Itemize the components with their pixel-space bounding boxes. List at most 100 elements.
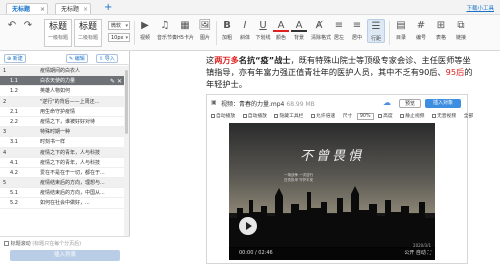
video-size: 68.99 MB (286, 101, 315, 108)
scrollbar-thumb[interactable] (125, 70, 128, 134)
title-scroll-hint: (标题只在每个分页后) (32, 241, 82, 247)
edit-outline-button[interactable]: ✎ 编辑 (66, 54, 88, 63)
outline-header: ⊕ 新建 ✎ 编辑 ⇪ 导入 (0, 51, 130, 65)
video-icon: ▶ (141, 20, 149, 31)
redo-button[interactable]: ↷ (20, 19, 36, 32)
underline-icon: U (259, 20, 267, 31)
style-heading1[interactable]: 标题 一级标题 (44, 19, 72, 47)
import-outline-button[interactable]: ⇪ 导入 (96, 54, 118, 63)
italic-button[interactable]: I 斜体 (237, 19, 253, 41)
font-size-select[interactable]: 10px (108, 33, 130, 42)
download-toolbox-link[interactable]: 下载小工具 (466, 4, 494, 12)
play-button-icon[interactable] (239, 217, 257, 235)
video-file-icon: ▣ (211, 99, 217, 106)
option-speed[interactable]: 允许倍速 (311, 113, 338, 119)
outline-row[interactable]: 4.2 爱在不是在于一切，都在于... (0, 168, 124, 179)
option-height[interactable]: 高度 (378, 113, 396, 119)
option-hide-toolbar[interactable]: 隐藏工具栏 (274, 113, 306, 119)
style-heading2[interactable]: 标题 二级标题 (74, 19, 102, 47)
background-color-button[interactable]: A 背景 (291, 19, 307, 41)
bold-button[interactable]: B 加粗 (219, 19, 235, 41)
option-size-select[interactable]: 90% (356, 113, 374, 120)
italic-icon: I (243, 20, 247, 31)
outline-row-text: 英雄人物如何 (40, 88, 71, 95)
font-select[interactable]: 微软 (108, 21, 130, 30)
outline-row[interactable]: 5.2 如何在社会中做好，... (0, 198, 124, 209)
insert-object-button[interactable]: 插入对象 (425, 99, 461, 108)
option-autoplay[interactable]: 自动播放 (211, 113, 238, 119)
video-controls: 00:00 / 02:46 公开 自动 ⛶ (229, 247, 435, 260)
outline-row-number: 2.2 (10, 118, 18, 125)
image-button[interactable]: 🖼 图片 (197, 19, 213, 41)
outline-row[interactable]: 2.1 用生命守护疫情 (0, 107, 124, 117)
outline-row-number: 1.2 (10, 88, 18, 95)
table-button[interactable]: ⊞ 表格 (433, 19, 449, 41)
option-all[interactable]: 全部 (464, 114, 474, 119)
undo-button[interactable]: ↶ (4, 19, 20, 32)
close-icon[interactable]: × (40, 4, 45, 15)
insert-list-button[interactable]: 插入列表 (10, 250, 120, 261)
video-preview-button[interactable]: 预览 (399, 99, 421, 108)
option-static[interactable]: 静止视频 (400, 113, 427, 119)
outline-group-row[interactable]: 3 特殊时期一种 (0, 127, 124, 138)
cloud-upload-icon[interactable]: ☁ (383, 98, 391, 107)
outline-row[interactable]: 4.1 疫情之下的青年，人与科技 (0, 158, 124, 168)
outline-group-row[interactable]: 1 疫情期间的白衣人 (0, 66, 124, 77)
outline-group-row[interactable]: 2 "逆行"的背后——上周还... (0, 96, 124, 107)
font-color-button[interactable]: A 颜色 (273, 19, 289, 41)
video-overlay-title: 不曾畏惧 (299, 149, 364, 164)
undo-icon: ↶ (7, 20, 17, 31)
video-right-controls[interactable]: 公开 自动 ⛶ (404, 247, 431, 260)
outline-row-text: 用生命守护疫情 (40, 108, 76, 115)
outline-list: 1 疫情期间的白衣人 1.1 白衣天使的力量 ✎ ✕ 1.2 英雄人物如何 2 "逆行"的背后—… (0, 66, 124, 264)
toc-button[interactable]: ▤ 目录 (393, 19, 409, 41)
tab-untitled-2[interactable]: 无标题 × (55, 3, 91, 14)
music-button[interactable]: ♫ 音乐节奏 (157, 19, 177, 41)
outline-row[interactable]: 5.1 疫情结束后的方向，中国从... (0, 188, 124, 199)
align-center-button[interactable]: ≡ 居中 (349, 19, 365, 41)
outline-row-text: 时刻书一样 (40, 139, 66, 146)
title-scroll-checkbox[interactable] (4, 241, 9, 246)
video-button[interactable]: ▶ 视频 (137, 19, 153, 41)
outline-row[interactable]: 2.2 疫情之下，谁被好好对待 (0, 117, 124, 128)
card-icon: ▦ (180, 20, 190, 31)
video-time: 00:00 / 02:46 (239, 250, 273, 256)
title-scroll-label: 标题滚动 (10, 241, 31, 247)
link-button[interactable]: ⧉ 链接 (453, 19, 469, 41)
outline-row[interactable]: 1.1 白衣天使的力量 ✎ ✕ (0, 76, 124, 87)
tab-untitled-1[interactable]: 无标题 × (6, 3, 48, 14)
outline-row[interactable]: 3.1 时刻书一样 (0, 137, 124, 148)
add-tab-button[interactable]: + (104, 2, 112, 13)
video-player[interactable]: 不曾畏惧 一场战争 一次逆行 白衣执甲 守护平安 2020/3/1 00:00 … (229, 123, 435, 260)
toc-icon: ▤ (396, 20, 406, 31)
outline-row-text: 特殊时期一种 (40, 129, 71, 136)
line-spacing-button[interactable]: ☰ 行距 (367, 19, 385, 43)
outline-group-row[interactable]: 5 疫情结束后的方向，理想与... (0, 178, 124, 189)
new-outline-button[interactable]: ⊕ 新建 (4, 54, 26, 63)
align-left-button[interactable]: ≡ 居左 (331, 19, 347, 41)
outline-row-text: 疫情结束后的方向，理想与... (40, 180, 105, 187)
outline-group-row[interactable]: 4 疫情之下的青年，人与科技 (0, 147, 124, 158)
link-icon: ⧉ (457, 20, 465, 31)
numbering-icon: # (416, 20, 426, 31)
clear-format-button[interactable]: Ⱥ 清除格式 (311, 19, 331, 41)
line-spacing-icon: ☰ (371, 21, 381, 32)
article-paragraph[interactable]: 这两万多名抗“疫”战士，既有特殊山院士等顶级专家会诊、主任医师等坐镇指导，亦有年… (206, 54, 474, 90)
outline-scrollbar[interactable] (124, 66, 129, 264)
editor-canvas[interactable]: 这两万多名抗“疫”战士，既有特殊山院士等顶级专家会诊、主任医师等坐镇指导，亦有年… (131, 51, 500, 264)
h5-card-button[interactable]: ▦ H5卡片 (177, 19, 194, 41)
numbering-button[interactable]: # 编号 (413, 19, 429, 41)
option-mute[interactable]: 无音视频 (431, 113, 459, 119)
outline-row-number: 3.1 (10, 139, 18, 146)
outline-row-number: 3 (3, 129, 7, 136)
outline-row[interactable]: 1.2 英雄人物如何 (0, 86, 124, 97)
option-loop[interactable]: 自动播放 (242, 113, 270, 119)
align-left-icon: ≡ (334, 20, 344, 31)
underline-button[interactable]: U 下划线 (255, 19, 271, 41)
close-icon[interactable]: × (83, 4, 88, 15)
music-icon: ♫ (160, 20, 170, 31)
outline-row-number: 5.1 (10, 190, 18, 197)
table-icon: ⊞ (436, 20, 446, 31)
row-action-icons[interactable]: ✎ ✕ (110, 77, 122, 85)
video-embed-card: ▣ 视频：青春的力量.mp4 68.99 MB ☁ 预览 插入对象 自动播放 自动… (206, 94, 473, 264)
